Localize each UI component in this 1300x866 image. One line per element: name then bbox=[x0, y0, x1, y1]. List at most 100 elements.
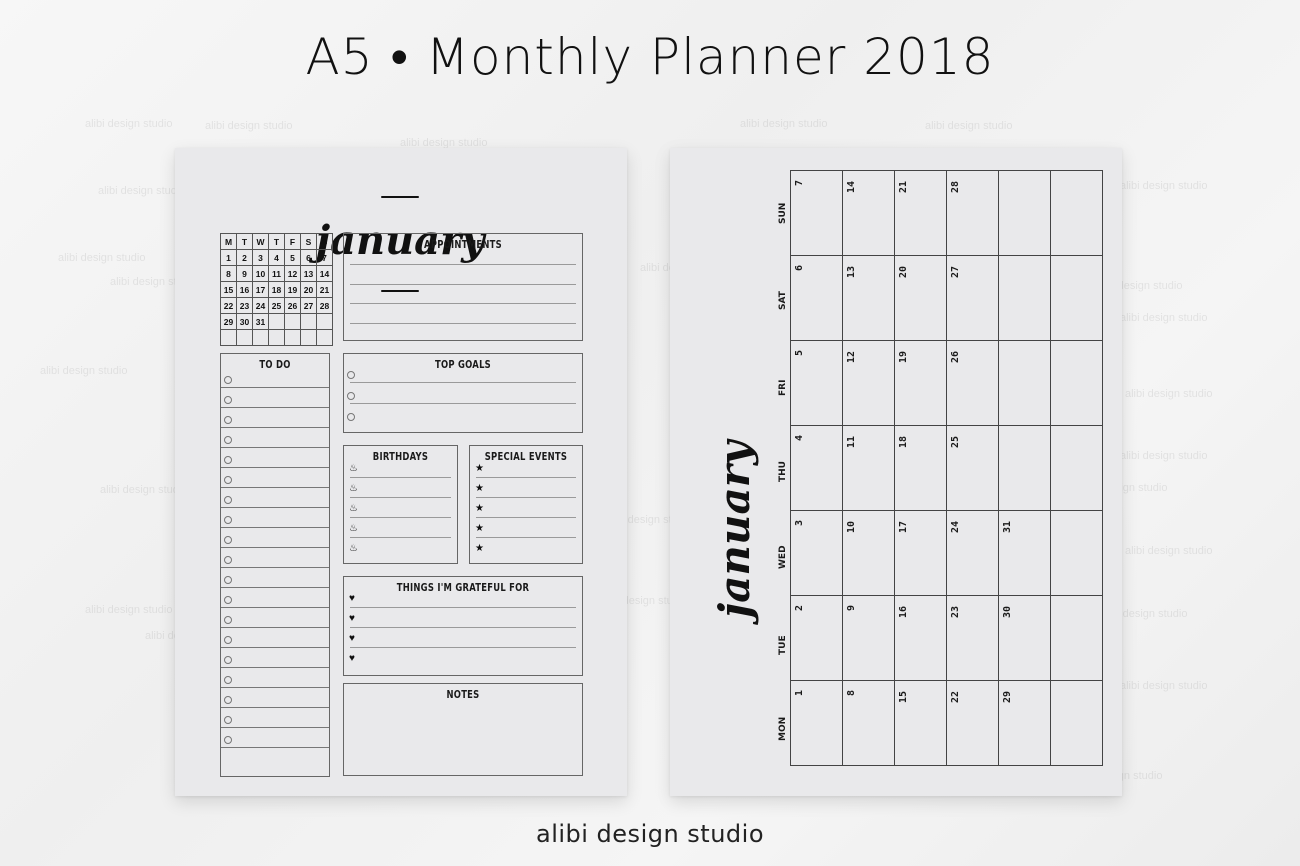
mini-calendar-day: 20 bbox=[300, 281, 317, 298]
mini-calendar-day: 24 bbox=[252, 297, 269, 314]
mini-calendar-week bbox=[220, 329, 333, 346]
mini-calendar-day: 21 bbox=[316, 281, 333, 298]
day-cell: 10 bbox=[842, 510, 895, 596]
day-cell: 8 bbox=[842, 680, 895, 766]
circle-icon bbox=[224, 376, 232, 384]
mini-calendar-day: 29 bbox=[220, 313, 237, 330]
day-number: 31 bbox=[1002, 520, 1013, 533]
week-row: 2 9 16 23 30 bbox=[790, 595, 1103, 681]
watermark-text: alibi design studio bbox=[1120, 450, 1208, 462]
mini-calendar-day bbox=[268, 313, 285, 330]
day-cell bbox=[1050, 510, 1103, 596]
day-number: 9 bbox=[846, 604, 857, 611]
day-cell bbox=[998, 425, 1051, 511]
birthdays-title: BIRTHDAYS bbox=[372, 450, 429, 463]
circle-icon bbox=[224, 596, 232, 604]
day-cell: 18 bbox=[894, 425, 947, 511]
mini-calendar-day: 10 bbox=[252, 265, 269, 282]
day-cell: 17 bbox=[894, 510, 947, 596]
day-cell: 13 bbox=[842, 255, 895, 341]
star-icon: ★ bbox=[475, 523, 484, 534]
cake-icon: ♨ bbox=[349, 503, 358, 514]
mini-calendar-day bbox=[300, 313, 317, 330]
mini-calendar-day: 28 bbox=[316, 297, 333, 314]
mini-calendar-day: 26 bbox=[284, 297, 301, 314]
appointment-line bbox=[350, 264, 576, 265]
todo-line bbox=[221, 667, 329, 668]
mini-calendar-week: 29 30 31 bbox=[220, 313, 333, 330]
day-number: 23 bbox=[950, 605, 961, 618]
mini-calendar-day: 22 bbox=[220, 297, 237, 314]
weekday-label: FRI bbox=[778, 379, 788, 397]
mini-calendar-weekday: F bbox=[284, 233, 301, 250]
mini-calendar-day: 30 bbox=[236, 313, 253, 330]
mini-calendar-day: 1 bbox=[220, 249, 237, 266]
day-cell: 24 bbox=[946, 510, 999, 596]
mini-calendar-week: 8 9 10 11 12 13 14 bbox=[220, 265, 333, 282]
appointment-line bbox=[350, 283, 576, 285]
week-row: 5 12 19 26 bbox=[790, 340, 1103, 426]
day-cell: 31 bbox=[998, 510, 1051, 596]
day-cell: 15 bbox=[894, 680, 947, 766]
watermark-text: alibi design studio bbox=[1120, 180, 1208, 192]
day-number: 15 bbox=[898, 690, 909, 703]
grateful-line bbox=[350, 627, 576, 628]
day-cell: 2 bbox=[790, 595, 843, 681]
day-cell: 6 bbox=[790, 255, 843, 341]
mini-calendar-day: 16 bbox=[236, 281, 253, 298]
watermark-text: alibi design studio bbox=[58, 252, 146, 264]
todo-line bbox=[221, 647, 329, 648]
appointments-section: APPOINTMENTS bbox=[343, 233, 583, 341]
circle-icon bbox=[224, 556, 232, 564]
todo-line bbox=[221, 547, 329, 548]
day-number: 7 bbox=[794, 179, 805, 186]
notes-section: NOTES bbox=[343, 683, 583, 776]
watermark-text: alibi design studio bbox=[1120, 680, 1208, 692]
day-number: 17 bbox=[898, 520, 909, 533]
day-number: 24 bbox=[950, 520, 961, 533]
mini-calendar-day: 8 bbox=[220, 265, 237, 282]
star-icon: ★ bbox=[475, 543, 484, 554]
todo-line bbox=[221, 727, 329, 728]
mini-calendar-header: MTWTFSS bbox=[220, 233, 333, 250]
mini-calendar-weekday: S bbox=[300, 233, 317, 250]
day-cell bbox=[998, 170, 1051, 256]
special-events-title: SPECIAL EVENTS bbox=[484, 450, 568, 463]
appointments-title: APPOINTMENTS bbox=[424, 238, 502, 251]
week-row: 4 11 18 25 bbox=[790, 425, 1103, 511]
mini-calendar-day: 27 bbox=[300, 297, 317, 314]
mini-calendar-day: 2 bbox=[236, 249, 253, 266]
mini-calendar-day bbox=[252, 329, 269, 346]
mini-calendar-day bbox=[316, 329, 333, 346]
todo-line bbox=[221, 447, 329, 448]
todo-line bbox=[221, 707, 329, 708]
watermark-text: alibi design studio bbox=[40, 365, 128, 377]
circle-icon bbox=[347, 371, 355, 379]
mini-calendar-day bbox=[300, 329, 317, 346]
event-line bbox=[476, 477, 576, 478]
week-row: 3 10 17 24 31 bbox=[790, 510, 1103, 596]
heart-icon: ♥ bbox=[349, 633, 355, 644]
watermark-text: alibi design studio bbox=[740, 118, 828, 130]
day-cell: 1 bbox=[790, 680, 843, 766]
todo-line bbox=[221, 407, 329, 408]
week-row: 6 13 20 27 bbox=[790, 255, 1103, 341]
mini-calendar-day: 4 bbox=[268, 249, 285, 266]
mini-calendar-day bbox=[220, 329, 237, 346]
todo-section: TO DO bbox=[220, 353, 330, 777]
mini-calendar-weekday: T bbox=[236, 233, 253, 250]
event-line bbox=[476, 517, 576, 518]
circle-icon bbox=[224, 616, 232, 624]
mini-calendar-day: 5 bbox=[284, 249, 301, 266]
circle-icon bbox=[224, 536, 232, 544]
day-number: 1 bbox=[794, 689, 805, 696]
week-row: 7 14 21 28 bbox=[790, 170, 1103, 256]
watermark-text: alibi design studio bbox=[85, 118, 173, 130]
mini-calendar-day bbox=[236, 329, 253, 346]
star-icon: ★ bbox=[475, 503, 484, 514]
notes-title: NOTES bbox=[446, 688, 480, 701]
mini-calendar-day: 7 bbox=[316, 249, 333, 266]
mini-calendar-day: 18 bbox=[268, 281, 285, 298]
mini-calendar-day: 3 bbox=[252, 249, 269, 266]
day-cell: 7 bbox=[790, 170, 843, 256]
